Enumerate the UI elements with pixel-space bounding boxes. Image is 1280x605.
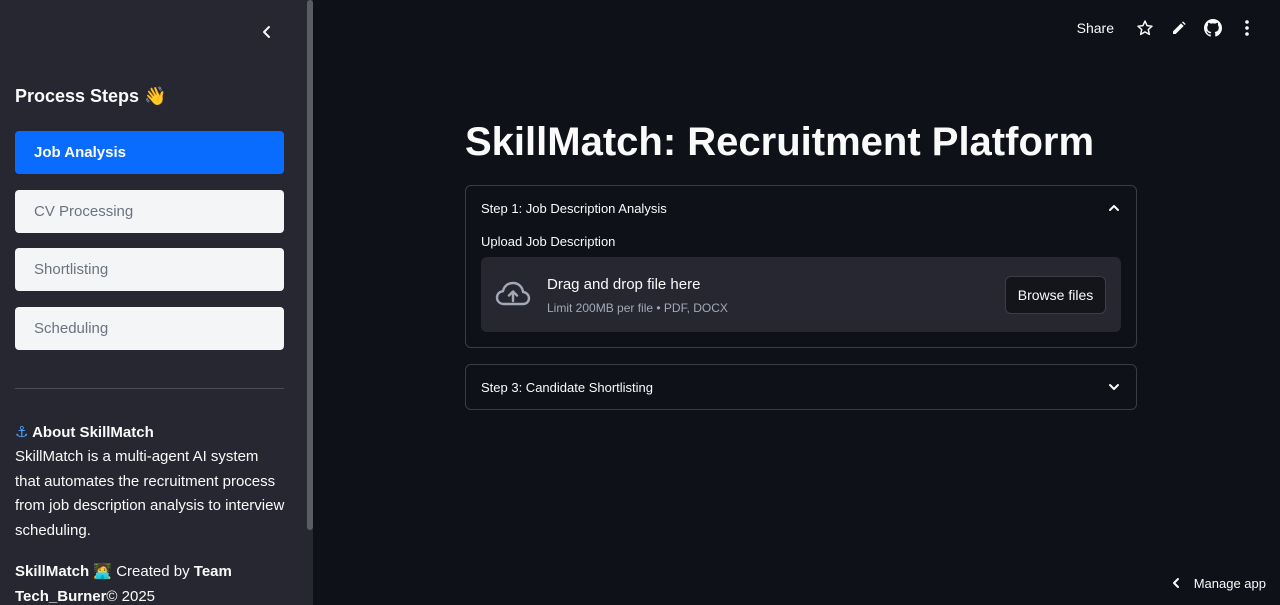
sidebar-footer: SkillMatch 🧑‍💻 Created by Team Tech_Burn… [15, 559, 285, 605]
chevron-down-icon [1109, 384, 1119, 390]
page-title: SkillMatch: Recruitment Platform [465, 120, 1095, 164]
dropzone-title: Drag and drop file here [547, 276, 701, 293]
expander-candidate-shortlisting: Step 3: Candidate Shortlisting [465, 364, 1137, 410]
step-button-shortlisting[interactable]: Shortlisting [15, 248, 284, 291]
sidebar-scrollbar[interactable] [307, 0, 313, 530]
browse-files-button[interactable]: Browse files [1005, 276, 1106, 314]
step-label: Shortlisting [34, 261, 109, 278]
about-heading: ⚓ About SkillMatch [15, 423, 154, 441]
manage-app-label: Manage app [1193, 575, 1266, 591]
expander-job-description: Step 1: Job Description Analysis Upload … [465, 185, 1137, 348]
step-button-cv-processing[interactable]: CV Processing [15, 190, 284, 233]
star-icon [1137, 20, 1153, 36]
anchor-icon: ⚓ [15, 424, 29, 441]
step-button-scheduling[interactable]: Scheduling [15, 307, 284, 350]
expander-header[interactable]: Step 1: Job Description Analysis [481, 186, 1121, 230]
top-toolbar: Share [1077, 16, 1264, 40]
sidebar-collapse-button[interactable] [255, 20, 279, 44]
step-label: CV Processing [34, 203, 134, 220]
star-button[interactable] [1128, 16, 1162, 40]
waving-hand-icon: 👋 [144, 86, 167, 106]
file-dropzone[interactable]: Drag and drop file here Limit 200MB per … [481, 257, 1121, 332]
footer-copyright: © 2025 [106, 588, 156, 605]
expander-header[interactable]: Step 3: Candidate Shortlisting [481, 365, 1121, 409]
sidebar-title-text: Process Steps [15, 86, 140, 106]
sidebar-divider [15, 388, 284, 389]
cloud-upload-icon [495, 281, 531, 306]
chevron-left-icon [263, 26, 270, 38]
about-text: SkillMatch is a multi-agent AI system th… [15, 448, 285, 539]
chevron-left-icon [1172, 578, 1179, 588]
pencil-icon [1173, 21, 1186, 34]
about-title-text: About SkillMatch [32, 424, 154, 441]
footer-brand: SkillMatch [15, 563, 90, 580]
step-button-job-analysis[interactable]: Job Analysis [15, 131, 284, 174]
manage-app-button[interactable]: Manage app [1170, 573, 1266, 593]
step-label: Scheduling [34, 320, 109, 337]
technologist-icon: 🧑‍💻 [93, 563, 113, 580]
more-vertical-icon [1245, 20, 1249, 36]
step-label: Job Analysis [34, 144, 126, 161]
app-root: Process Steps 👋 Job Analysis CV Processi… [0, 0, 1280, 605]
github-icon [1204, 19, 1222, 37]
dropzone-subtitle: Limit 200MB per file • PDF, DOCX [547, 301, 728, 315]
github-button[interactable] [1196, 16, 1230, 40]
chevron-up-icon [1109, 205, 1119, 211]
more-menu-button[interactable] [1230, 16, 1264, 40]
footer-created-by: Created by [116, 563, 190, 580]
upload-label: Upload Job Description [481, 234, 616, 249]
sidebar-title: Process Steps 👋 [15, 86, 167, 107]
sidebar: Process Steps 👋 Job Analysis CV Processi… [0, 0, 313, 605]
share-button[interactable]: Share [1077, 20, 1114, 36]
edit-button[interactable] [1162, 16, 1196, 40]
expander-title: Step 1: Job Description Analysis [481, 200, 667, 216]
expander-title: Step 3: Candidate Shortlisting [481, 379, 653, 395]
